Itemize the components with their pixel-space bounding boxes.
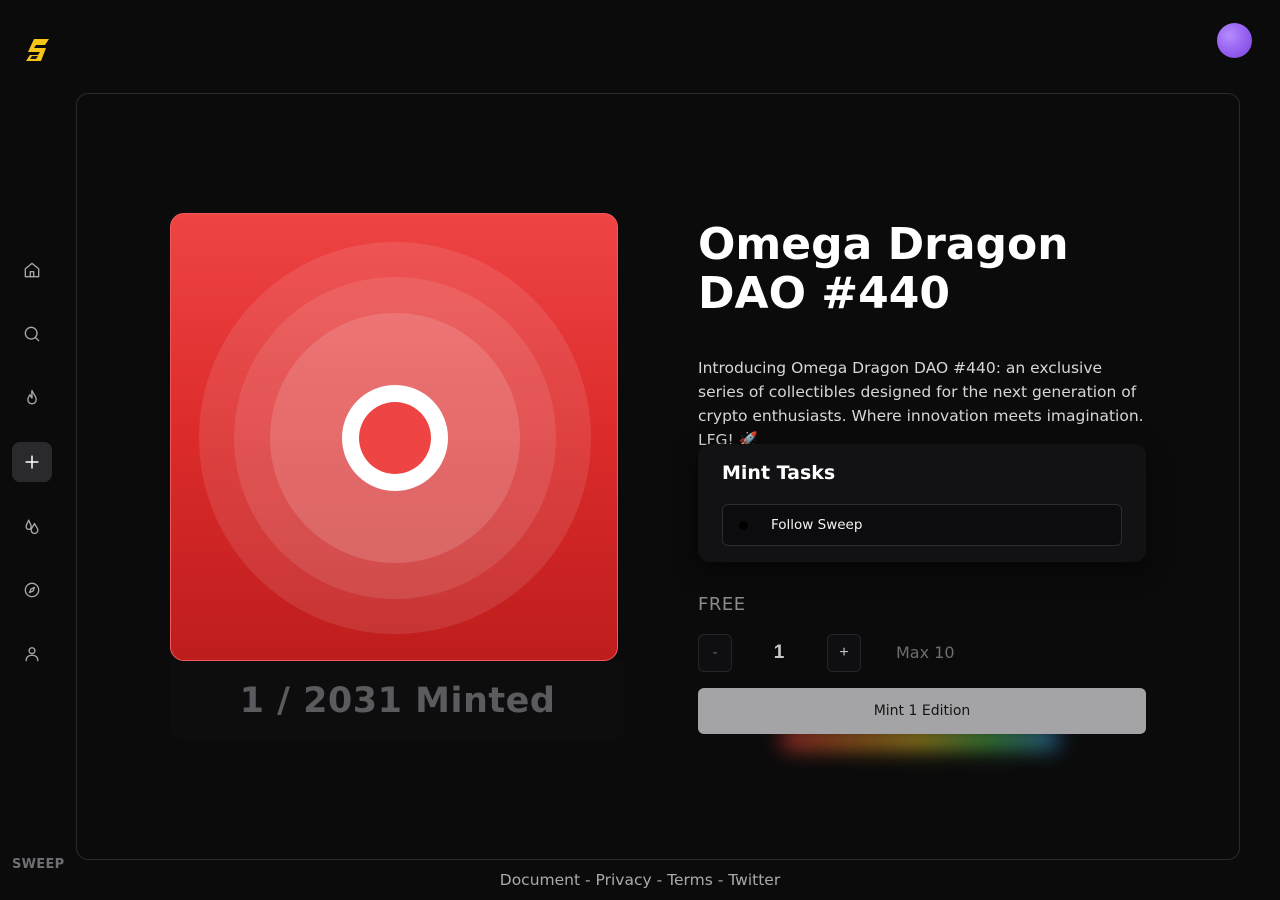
quantity-input[interactable] [740, 640, 818, 666]
sidebar-item-trending[interactable] [12, 378, 52, 418]
decrement-button[interactable]: - [698, 634, 732, 672]
task-status-dot [739, 520, 748, 530]
sidebar-item-profile[interactable] [12, 634, 52, 674]
mint-tasks-card: Mint Tasks Follow Sweep [698, 444, 1146, 562]
sidebar-item-drops[interactable] [12, 506, 52, 546]
footer-links: Document - Privacy - Terms - Twitter [0, 871, 1280, 889]
sidebar-item-home[interactable] [12, 250, 52, 290]
task-label: Follow Sweep [771, 517, 863, 533]
increment-button[interactable]: + [827, 634, 861, 672]
minted-counter-card: 1 / 2031 Minted [170, 662, 625, 740]
drops-icon [25, 519, 39, 535]
plus-icon [25, 455, 39, 469]
collection-title: Omega Dragon DAO #440 [698, 219, 1069, 319]
collection-artwork [170, 213, 618, 661]
footer-link-twitter[interactable]: Twitter [728, 871, 780, 889]
footer-link-terms[interactable]: Terms [667, 871, 713, 889]
footer-separator: - [585, 871, 591, 889]
flame-icon [27, 389, 37, 405]
home-icon [24, 262, 40, 278]
collection-description: Introducing Omega Dragon DAO #440: an ex… [698, 359, 1144, 449]
footer-link-privacy[interactable]: Privacy [596, 871, 652, 889]
sidebar-item-explore[interactable] [12, 570, 52, 610]
compass-icon [24, 582, 40, 598]
brand-wordmark: SWEEP [12, 857, 65, 872]
sidebar-nav [12, 250, 52, 674]
sidebar-item-search[interactable] [12, 314, 52, 354]
footer-link-document[interactable]: Document [500, 871, 580, 889]
footer-separator: - [717, 871, 724, 889]
mint-button[interactable]: Mint 1 Edition [698, 688, 1146, 734]
sweep-logo-icon[interactable] [22, 34, 54, 66]
task-follow-sweep[interactable]: Follow Sweep [722, 504, 1122, 546]
sidebar-item-create[interactable] [12, 442, 52, 482]
max-quantity-label: Max 10 [896, 643, 955, 662]
user-icon [25, 647, 39, 662]
minted-count: 1 / 2031 Minted [239, 681, 556, 721]
user-avatar[interactable] [1217, 23, 1252, 58]
mint-tasks-title: Mint Tasks [722, 462, 836, 484]
mint-price: FREE [698, 594, 746, 615]
footer-separator: - [656, 871, 663, 889]
search-icon [24, 326, 40, 342]
